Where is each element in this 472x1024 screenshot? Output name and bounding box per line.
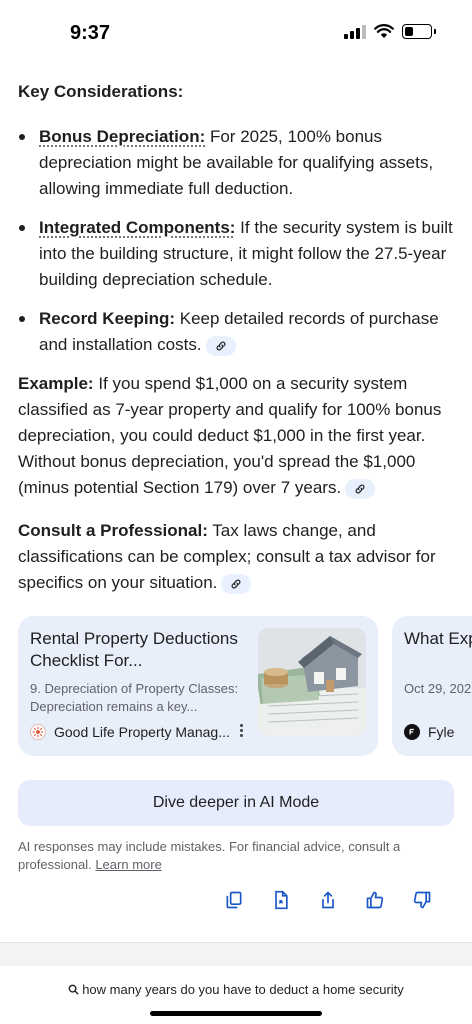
source-link-chip[interactable] <box>221 573 252 594</box>
card-thumbnail <box>258 628 366 736</box>
ai-overview-content: Key Considerations: Bonus Depreciation: … <box>18 82 458 596</box>
card-snippet: 9. Depreciation of Property Classes: Dep… <box>30 681 239 714</box>
search-icon <box>68 984 79 995</box>
battery-icon <box>402 24 436 39</box>
card-source-name: Fyle <box>428 724 455 740</box>
consult-paragraph: Consult a Professional: Tax laws change,… <box>18 518 458 596</box>
list-item: Record Keeping: Keep detailed records of… <box>18 306 458 358</box>
copy-button[interactable] <box>222 888 246 912</box>
cellular-signal-icon <box>344 24 366 39</box>
example-paragraph: Example: If you spend $1,000 on a securi… <box>18 371 458 501</box>
consult-term: Consult a Professional: <box>18 521 208 540</box>
doc-export-icon <box>275 890 288 910</box>
thumbs-down-button[interactable] <box>410 888 434 912</box>
card-source-name: Good Life Property Manag... <box>54 724 230 740</box>
bottom-query-bar[interactable]: how many years do you have to deduct a h… <box>0 966 472 1024</box>
more-options-icon[interactable] <box>240 724 244 737</box>
example-term: Example: <box>18 374 94 393</box>
list-item: Integrated Components: If the security s… <box>18 215 458 293</box>
thumbs-down-icon <box>413 891 431 909</box>
share-button[interactable] <box>316 888 340 912</box>
card-snippet: Oct 29, 202 Recovery H <box>404 681 472 696</box>
copy-icon <box>226 891 242 909</box>
wifi-icon <box>374 24 394 38</box>
bullet-term[interactable]: Integrated Components: <box>39 218 235 237</box>
thumbs-up-icon <box>366 891 384 909</box>
site-favicon-icon <box>30 724 46 740</box>
card-source: Good Life Property Manag... <box>30 724 230 740</box>
card-title: What Exp Does Sec <box>404 629 472 648</box>
considerations-list: Bonus Depreciation: For 2025, 100% bonus… <box>18 124 458 358</box>
site-favicon-icon <box>404 724 420 740</box>
export-doc-button[interactable] <box>269 888 293 912</box>
source-cards-carousel[interactable]: Rental Property Deductions Checklist For… <box>18 616 472 756</box>
house-money-image <box>258 628 366 736</box>
link-icon <box>216 341 225 350</box>
source-card[interactable]: What Exp Does Sec Oct 29, 202 Recovery H… <box>392 616 472 756</box>
source-card[interactable]: Rental Property Deductions Checklist For… <box>18 616 378 756</box>
card-title: Rental Property Deductions Checklist For… <box>30 629 238 670</box>
status-time: 9:37 <box>70 22 111 44</box>
dive-deeper-ai-mode-button[interactable]: Dive deeper in AI Mode <box>18 780 454 826</box>
share-icon <box>322 891 334 909</box>
bullet-term[interactable]: Bonus Depreciation: <box>39 127 205 146</box>
source-link-chip[interactable] <box>345 478 376 499</box>
link-icon <box>355 484 365 493</box>
learn-more-link[interactable]: Learn more <box>95 857 161 872</box>
response-actions <box>222 888 434 912</box>
section-divider <box>0 942 472 966</box>
section-heading: Key Considerations: <box>18 82 184 101</box>
card-source: Fyle <box>404 724 454 740</box>
home-indicator[interactable] <box>150 1011 322 1016</box>
link-icon <box>231 579 241 588</box>
status-bar: 9:37 <box>0 0 472 60</box>
search-query[interactable]: how many years do you have to deduct a h… <box>0 982 472 997</box>
bullet-term: Record Keeping: <box>39 309 176 328</box>
thumbs-up-button[interactable] <box>363 888 387 912</box>
list-item: Bonus Depreciation: For 2025, 100% bonus… <box>18 124 458 202</box>
source-link-chip[interactable] <box>205 335 236 356</box>
status-icons <box>344 24 436 39</box>
ai-disclaimer: AI responses may include mistakes. For f… <box>18 838 438 874</box>
disclaimer-text: AI responses may include mistakes. For f… <box>18 839 401 872</box>
search-query-text: how many years do you have to deduct a h… <box>82 982 404 997</box>
